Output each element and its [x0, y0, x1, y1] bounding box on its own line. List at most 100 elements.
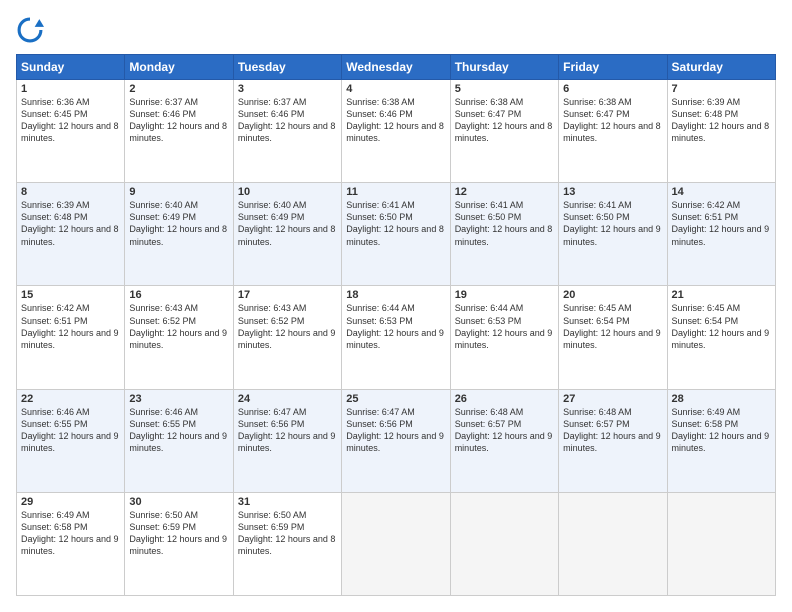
day-info: Sunrise: 6:37 AM Sunset: 6:46 PM Dayligh…: [238, 96, 337, 145]
calendar-day-cell: 20 Sunrise: 6:45 AM Sunset: 6:54 PM Dayl…: [559, 286, 667, 389]
calendar-header-cell: Tuesday: [233, 55, 341, 80]
day-info: Sunrise: 6:38 AM Sunset: 6:47 PM Dayligh…: [563, 96, 662, 145]
calendar-header-cell: Saturday: [667, 55, 775, 80]
day-number: 8: [21, 186, 120, 198]
day-number: 22: [21, 393, 120, 405]
calendar-day-cell: 30 Sunrise: 6:50 AM Sunset: 6:59 PM Dayl…: [125, 492, 233, 595]
day-info: Sunrise: 6:36 AM Sunset: 6:45 PM Dayligh…: [21, 96, 120, 145]
calendar-day-cell: 28 Sunrise: 6:49 AM Sunset: 6:58 PM Dayl…: [667, 389, 775, 492]
calendar-day-cell: 14 Sunrise: 6:42 AM Sunset: 6:51 PM Dayl…: [667, 183, 775, 286]
calendar-week-row: 8 Sunrise: 6:39 AM Sunset: 6:48 PM Dayli…: [17, 183, 776, 286]
day-info: Sunrise: 6:41 AM Sunset: 6:50 PM Dayligh…: [563, 199, 662, 248]
calendar-day-cell: 26 Sunrise: 6:48 AM Sunset: 6:57 PM Dayl…: [450, 389, 558, 492]
day-info: Sunrise: 6:40 AM Sunset: 6:49 PM Dayligh…: [129, 199, 228, 248]
day-number: 16: [129, 289, 228, 301]
day-number: 27: [563, 393, 662, 405]
calendar-day-cell: 25 Sunrise: 6:47 AM Sunset: 6:56 PM Dayl…: [342, 389, 450, 492]
calendar-day-cell: 19 Sunrise: 6:44 AM Sunset: 6:53 PM Dayl…: [450, 286, 558, 389]
calendar-day-cell: 2 Sunrise: 6:37 AM Sunset: 6:46 PM Dayli…: [125, 80, 233, 183]
day-number: 2: [129, 83, 228, 95]
calendar-day-cell: 15 Sunrise: 6:42 AM Sunset: 6:51 PM Dayl…: [17, 286, 125, 389]
day-number: 17: [238, 289, 337, 301]
day-info: Sunrise: 6:37 AM Sunset: 6:46 PM Dayligh…: [129, 96, 228, 145]
calendar-day-cell: 6 Sunrise: 6:38 AM Sunset: 6:47 PM Dayli…: [559, 80, 667, 183]
day-info: Sunrise: 6:47 AM Sunset: 6:56 PM Dayligh…: [346, 406, 445, 455]
calendar-day-cell: 9 Sunrise: 6:40 AM Sunset: 6:49 PM Dayli…: [125, 183, 233, 286]
calendar-week-row: 22 Sunrise: 6:46 AM Sunset: 6:55 PM Dayl…: [17, 389, 776, 492]
calendar-day-cell: [342, 492, 450, 595]
calendar-day-cell: 4 Sunrise: 6:38 AM Sunset: 6:46 PM Dayli…: [342, 80, 450, 183]
day-number: 13: [563, 186, 662, 198]
calendar-header-cell: Wednesday: [342, 55, 450, 80]
day-number: 3: [238, 83, 337, 95]
day-number: 5: [455, 83, 554, 95]
calendar-day-cell: 13 Sunrise: 6:41 AM Sunset: 6:50 PM Dayl…: [559, 183, 667, 286]
day-number: 28: [672, 393, 771, 405]
day-info: Sunrise: 6:38 AM Sunset: 6:46 PM Dayligh…: [346, 96, 445, 145]
day-number: 20: [563, 289, 662, 301]
calendar-day-cell: 31 Sunrise: 6:50 AM Sunset: 6:59 PM Dayl…: [233, 492, 341, 595]
header: [16, 16, 776, 44]
day-number: 21: [672, 289, 771, 301]
logo-icon: [16, 16, 44, 44]
day-number: 25: [346, 393, 445, 405]
day-info: Sunrise: 6:41 AM Sunset: 6:50 PM Dayligh…: [346, 199, 445, 248]
day-info: Sunrise: 6:49 AM Sunset: 6:58 PM Dayligh…: [21, 509, 120, 558]
day-info: Sunrise: 6:42 AM Sunset: 6:51 PM Dayligh…: [21, 302, 120, 351]
day-info: Sunrise: 6:46 AM Sunset: 6:55 PM Dayligh…: [21, 406, 120, 455]
calendar-header-cell: Thursday: [450, 55, 558, 80]
day-number: 19: [455, 289, 554, 301]
day-number: 31: [238, 496, 337, 508]
calendar-day-cell: 27 Sunrise: 6:48 AM Sunset: 6:57 PM Dayl…: [559, 389, 667, 492]
day-info: Sunrise: 6:49 AM Sunset: 6:58 PM Dayligh…: [672, 406, 771, 455]
calendar-day-cell: 24 Sunrise: 6:47 AM Sunset: 6:56 PM Dayl…: [233, 389, 341, 492]
day-number: 4: [346, 83, 445, 95]
day-info: Sunrise: 6:43 AM Sunset: 6:52 PM Dayligh…: [129, 302, 228, 351]
day-number: 23: [129, 393, 228, 405]
day-number: 1: [21, 83, 120, 95]
calendar-day-cell: 18 Sunrise: 6:44 AM Sunset: 6:53 PM Dayl…: [342, 286, 450, 389]
calendar-day-cell: 8 Sunrise: 6:39 AM Sunset: 6:48 PM Dayli…: [17, 183, 125, 286]
calendar-week-row: 1 Sunrise: 6:36 AM Sunset: 6:45 PM Dayli…: [17, 80, 776, 183]
calendar-day-cell: 7 Sunrise: 6:39 AM Sunset: 6:48 PM Dayli…: [667, 80, 775, 183]
day-info: Sunrise: 6:42 AM Sunset: 6:51 PM Dayligh…: [672, 199, 771, 248]
day-info: Sunrise: 6:40 AM Sunset: 6:49 PM Dayligh…: [238, 199, 337, 248]
day-info: Sunrise: 6:38 AM Sunset: 6:47 PM Dayligh…: [455, 96, 554, 145]
calendar-day-cell: [559, 492, 667, 595]
calendar-day-cell: 11 Sunrise: 6:41 AM Sunset: 6:50 PM Dayl…: [342, 183, 450, 286]
day-info: Sunrise: 6:47 AM Sunset: 6:56 PM Dayligh…: [238, 406, 337, 455]
logo: [16, 16, 48, 44]
day-info: Sunrise: 6:39 AM Sunset: 6:48 PM Dayligh…: [21, 199, 120, 248]
day-info: Sunrise: 6:48 AM Sunset: 6:57 PM Dayligh…: [455, 406, 554, 455]
calendar-day-cell: 22 Sunrise: 6:46 AM Sunset: 6:55 PM Dayl…: [17, 389, 125, 492]
calendar-day-cell: [667, 492, 775, 595]
page: SundayMondayTuesdayWednesdayThursdayFrid…: [0, 0, 792, 612]
calendar-header-cell: Monday: [125, 55, 233, 80]
calendar-header-cell: Sunday: [17, 55, 125, 80]
day-info: Sunrise: 6:50 AM Sunset: 6:59 PM Dayligh…: [129, 509, 228, 558]
day-info: Sunrise: 6:45 AM Sunset: 6:54 PM Dayligh…: [563, 302, 662, 351]
calendar-day-cell: 23 Sunrise: 6:46 AM Sunset: 6:55 PM Dayl…: [125, 389, 233, 492]
day-number: 12: [455, 186, 554, 198]
day-info: Sunrise: 6:48 AM Sunset: 6:57 PM Dayligh…: [563, 406, 662, 455]
day-number: 9: [129, 186, 228, 198]
day-info: Sunrise: 6:45 AM Sunset: 6:54 PM Dayligh…: [672, 302, 771, 351]
day-number: 26: [455, 393, 554, 405]
calendar-day-cell: [450, 492, 558, 595]
calendar-table: SundayMondayTuesdayWednesdayThursdayFrid…: [16, 54, 776, 596]
calendar-day-cell: 12 Sunrise: 6:41 AM Sunset: 6:50 PM Dayl…: [450, 183, 558, 286]
calendar-body: 1 Sunrise: 6:36 AM Sunset: 6:45 PM Dayli…: [17, 80, 776, 596]
day-info: Sunrise: 6:43 AM Sunset: 6:52 PM Dayligh…: [238, 302, 337, 351]
calendar-week-row: 29 Sunrise: 6:49 AM Sunset: 6:58 PM Dayl…: [17, 492, 776, 595]
day-number: 18: [346, 289, 445, 301]
day-info: Sunrise: 6:50 AM Sunset: 6:59 PM Dayligh…: [238, 509, 337, 558]
calendar-day-cell: 5 Sunrise: 6:38 AM Sunset: 6:47 PM Dayli…: [450, 80, 558, 183]
day-number: 14: [672, 186, 771, 198]
day-number: 11: [346, 186, 445, 198]
calendar-header-cell: Friday: [559, 55, 667, 80]
calendar-day-cell: 16 Sunrise: 6:43 AM Sunset: 6:52 PM Dayl…: [125, 286, 233, 389]
calendar-day-cell: 29 Sunrise: 6:49 AM Sunset: 6:58 PM Dayl…: [17, 492, 125, 595]
day-info: Sunrise: 6:39 AM Sunset: 6:48 PM Dayligh…: [672, 96, 771, 145]
calendar-week-row: 15 Sunrise: 6:42 AM Sunset: 6:51 PM Dayl…: [17, 286, 776, 389]
day-info: Sunrise: 6:44 AM Sunset: 6:53 PM Dayligh…: [455, 302, 554, 351]
